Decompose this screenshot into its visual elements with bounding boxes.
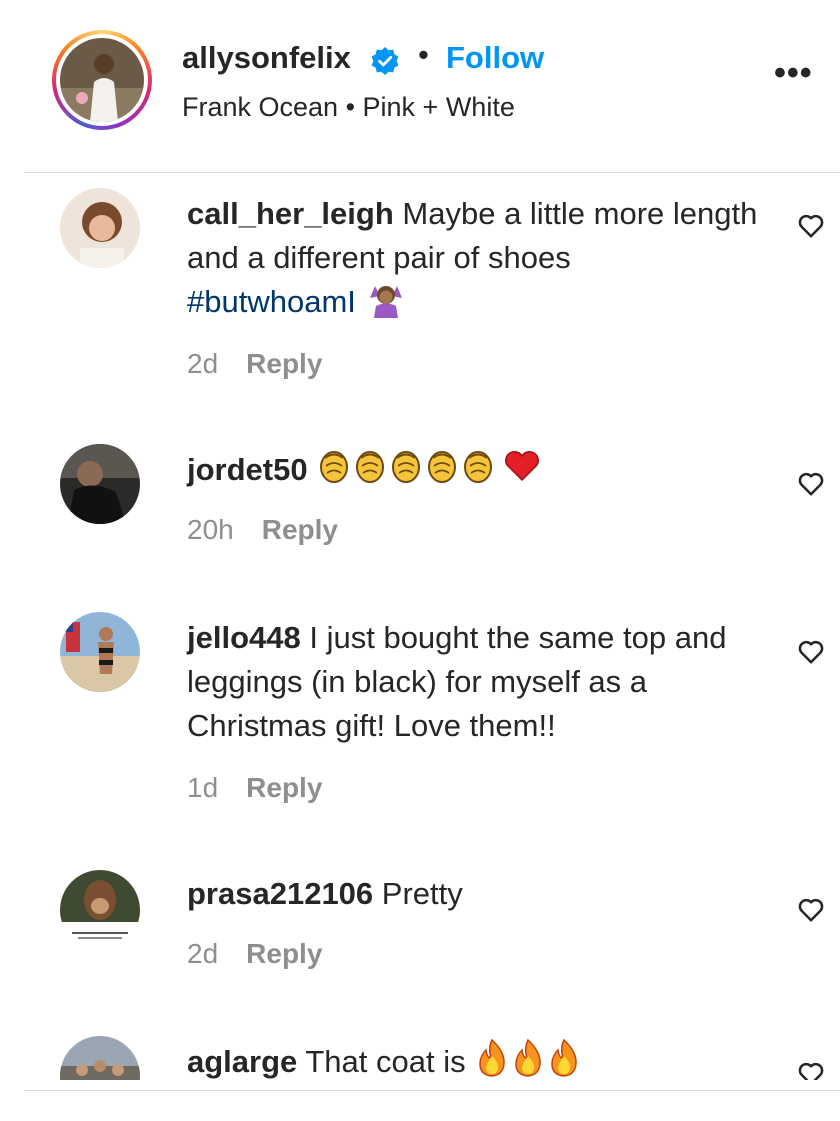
comment-partial: aglarge That coat is bbox=[0, 1030, 840, 1080]
comment-avatar[interactable] bbox=[60, 188, 140, 268]
comment-avatar[interactable] bbox=[60, 870, 140, 950]
comment-meta: 1d Reply bbox=[187, 772, 322, 804]
comment-text: call_her_leigh Maybe a little more lengt… bbox=[187, 192, 787, 324]
reply-button[interactable]: Reply bbox=[262, 514, 338, 545]
verified-badge-icon bbox=[371, 47, 399, 75]
comment-text: aglarge That coat is bbox=[187, 1038, 787, 1080]
comment-username[interactable]: call_her_leigh bbox=[187, 196, 394, 231]
comment-text: prasa212106 Pretty bbox=[187, 872, 787, 916]
comment-time: 2d bbox=[187, 348, 219, 379]
comment-time: 20h bbox=[187, 514, 234, 545]
comment-body: That coat is bbox=[305, 1044, 466, 1079]
like-heart-icon[interactable] bbox=[796, 468, 826, 498]
comment-username[interactable]: aglarge bbox=[187, 1044, 297, 1079]
header-divider bbox=[24, 172, 840, 173]
comment-avatar[interactable] bbox=[60, 612, 140, 692]
follow-button[interactable]: Follow bbox=[446, 40, 544, 76]
header-separator: • bbox=[418, 37, 429, 72]
comment-body: Pretty bbox=[381, 876, 463, 911]
author-avatar bbox=[60, 38, 144, 122]
author-username[interactable]: allysonfelix bbox=[182, 40, 351, 76]
fire-emoji-icon bbox=[479, 1039, 578, 1077]
comment-time: 1d bbox=[187, 772, 219, 803]
like-heart-icon[interactable] bbox=[796, 210, 826, 240]
comments-bottom-divider bbox=[24, 1090, 840, 1091]
comment-username[interactable]: prasa212106 bbox=[187, 876, 373, 911]
comment-meta: 20h Reply bbox=[187, 514, 338, 546]
like-heart-icon[interactable] bbox=[796, 894, 826, 924]
comment-meta: 2d Reply bbox=[187, 938, 322, 970]
author-avatar-ring[interactable] bbox=[52, 30, 152, 130]
comment-username[interactable]: jordet50 bbox=[187, 452, 308, 487]
clapping-hands-emoji-icon bbox=[320, 451, 540, 483]
comment-text: jello448 I just bought the same top and … bbox=[187, 616, 787, 748]
woman-shrugging-emoji-icon bbox=[369, 286, 402, 318]
reply-button[interactable]: Reply bbox=[246, 938, 322, 969]
comment-avatar[interactable] bbox=[60, 1036, 140, 1080]
more-options-icon[interactable]: ••• bbox=[774, 56, 813, 90]
comment-time: 2d bbox=[187, 938, 219, 969]
hashtag-link[interactable]: #butwhoamI bbox=[187, 284, 356, 319]
reply-button[interactable]: Reply bbox=[246, 772, 322, 803]
comment-text: jordet50 bbox=[187, 446, 787, 492]
like-heart-icon[interactable] bbox=[796, 1058, 826, 1080]
like-heart-icon[interactable] bbox=[796, 636, 826, 666]
audio-info[interactable]: Frank Ocean • Pink + White bbox=[182, 92, 515, 123]
comment-meta: 2d Reply bbox=[187, 348, 322, 380]
comment-username[interactable]: jello448 bbox=[187, 620, 301, 655]
comment-avatar[interactable] bbox=[60, 444, 140, 524]
red-heart-icon bbox=[505, 451, 540, 482]
reply-button[interactable]: Reply bbox=[246, 348, 322, 379]
